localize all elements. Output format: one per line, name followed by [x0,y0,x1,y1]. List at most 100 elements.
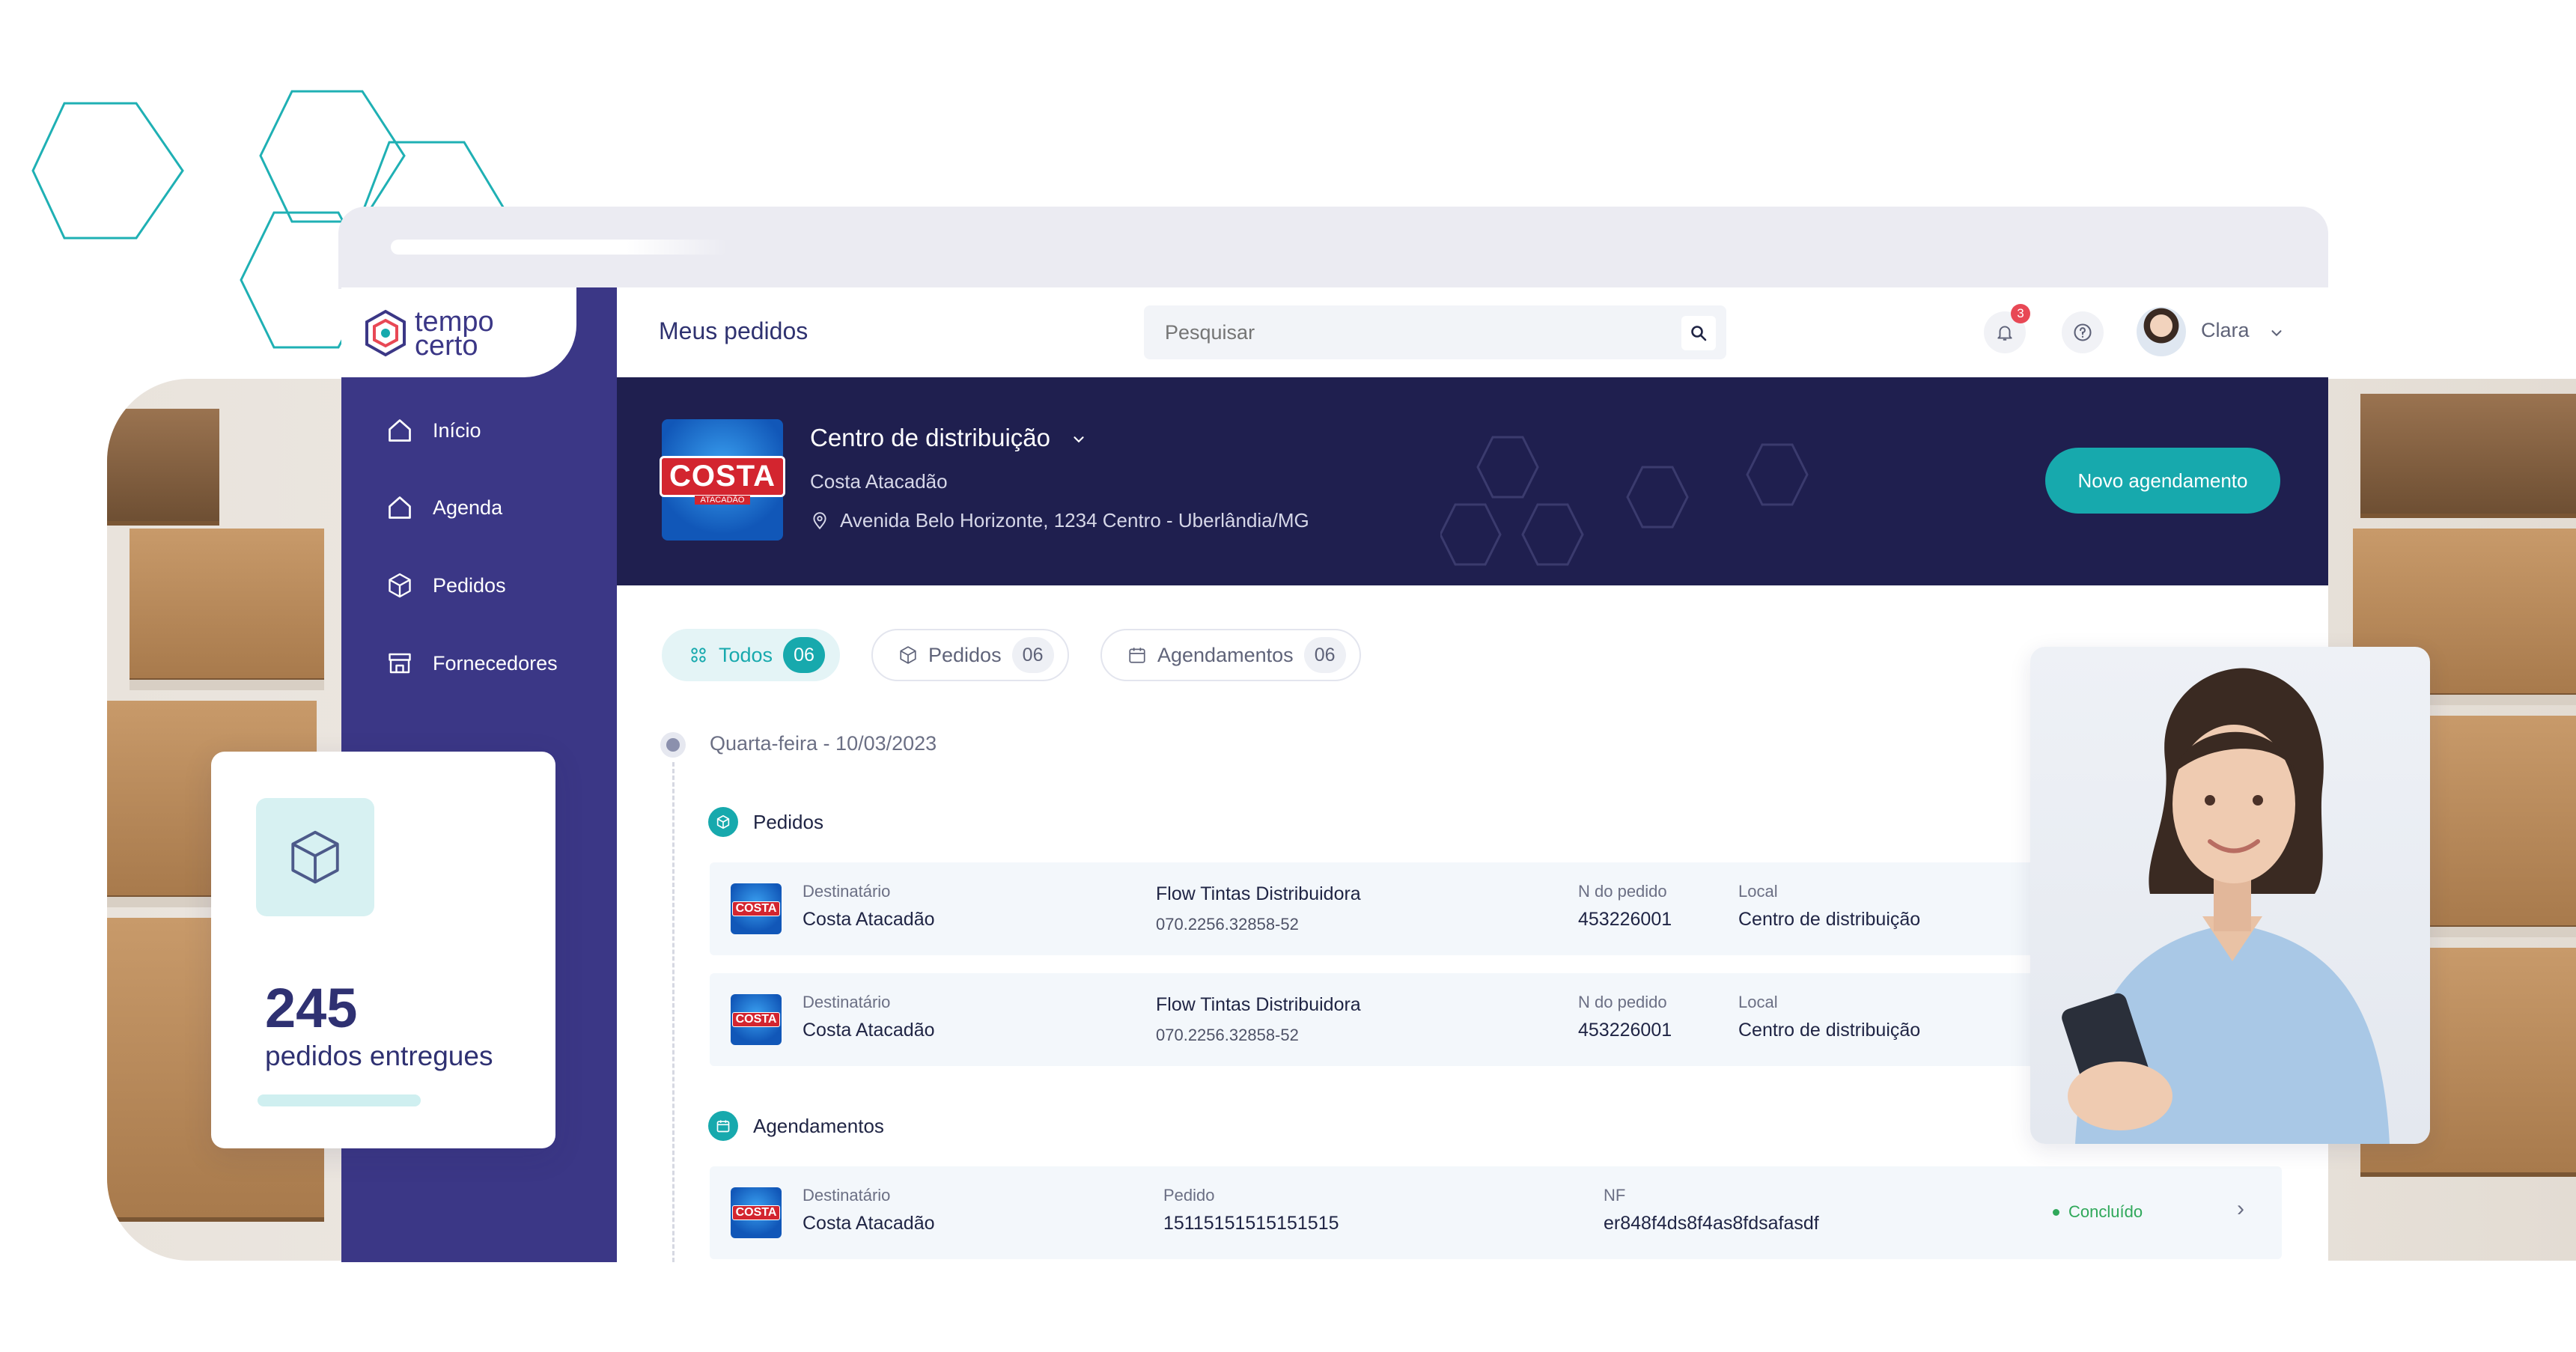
supplier-cnpj: 070.2256.32858-52 [1156,915,1299,934]
cell-value: Costa Atacadão [803,909,935,930]
logo-text: tempo certo [415,308,494,360]
section-title: Agendamentos [753,1114,884,1137]
search-button[interactable] [1681,316,1716,350]
section-agendamentos: Agendamentos [708,1111,884,1141]
timeline-date: Quarta-feira - 10/03/2023 [710,732,937,755]
section-title: Pedidos [753,810,823,833]
sidebar-item-fornecedores[interactable]: Fornecedores [386,641,558,686]
bell-icon [1997,326,2012,341]
sidebar-item-label: Pedidos [433,573,506,597]
notification-badge: 3 [2011,304,2030,323]
help-button[interactable] [2062,311,2104,353]
hero-address: Avenida Belo Horizonte, 1234 Centro - Ub… [810,509,1309,532]
cell-label: Local [1738,993,1778,1011]
top-header: Meus pedidos 3 Clara [617,287,2328,377]
filter-label: Pedidos [928,643,1002,666]
cell-value: 453226001 [1578,909,1672,930]
filter-count: 06 [1303,637,1346,673]
cell-value: 453226001 [1578,1020,1672,1041]
grid-icon [691,648,706,663]
sidebar-item-label: Agenda [433,496,503,519]
supplier-name: Flow Tintas Distribuidora [1156,883,1361,904]
page-title: Meus pedidos [659,317,809,344]
status-badge: Concluído [2053,1202,2143,1222]
filter-count: 06 [783,637,826,673]
chevron-down-icon [1074,436,1084,443]
user-name[interactable]: Clara [2201,319,2250,342]
filter-count: 06 [1011,637,1054,673]
help-icon [2074,323,2092,341]
filter-pedidos[interactable]: Pedidos 06 [871,629,1069,681]
cell-label: Destinatário [803,1186,891,1205]
search-input[interactable] [1163,320,1645,345]
calendar-icon [1129,648,1145,663]
store-logo-word: COSTA [731,1205,781,1220]
browser-toolbar [338,207,2328,289]
hero-address-text: Avenida Belo Horizonte, 1234 Centro - Ub… [840,509,1309,532]
box-icon [708,807,738,837]
store-logo-word: COSTA [731,901,781,916]
home-icon [389,496,411,519]
store-logo-small: COSTA [731,994,782,1045]
location-pin-icon [813,511,826,529]
cell-label: Destinatário [803,882,891,901]
stat-number: 245 [265,977,358,1039]
hexagon-pattern [1440,436,1809,566]
stat-bar [258,1094,421,1106]
cell-value: Centro de distribuição [1738,909,1921,930]
filter-todos[interactable]: Todos 06 [662,629,841,681]
store-logo-word: COSTA [659,455,786,497]
store-logo-word: COSTA [731,1012,781,1027]
supplier-name: Flow Tintas Distribuidora [1156,994,1361,1015]
store-icon [389,653,411,674]
stat-label: pedidos entregues [265,1041,493,1071]
logo-icon [365,309,406,357]
box-icon [256,798,374,916]
table-row[interactable]: COSTA Destinatário Costa Atacadão Pedido… [710,1166,2282,1259]
store-logo-small: COSTA [731,883,782,934]
chevron-right-icon[interactable]: › [2237,1196,2244,1222]
hero-subtitle: Costa Atacadão [810,470,948,493]
cell-label: Local [1738,882,1778,901]
cell-label: Destinatário [803,993,891,1011]
store-logo: COSTA ATACADÃO [659,419,786,541]
avatar[interactable] [2137,307,2186,356]
cell-label: N do pedido [1578,993,1667,1011]
logo-area: tempo certo [341,287,576,377]
cell-label: Pedido [1163,1186,1215,1205]
filter-agendamentos[interactable]: Agendamentos 06 [1100,629,1361,681]
store-hero-banner: COSTA ATACADÃO Centro de distribuição Co… [617,377,2328,585]
store-selector[interactable]: Centro de distribuição [810,424,1087,452]
sidebar-item-agenda[interactable]: Agenda [386,485,502,530]
chevron-down-icon[interactable] [2268,325,2285,341]
filter-label: Todos [719,643,773,666]
sidebar-item-label: Fornecedores [433,651,558,675]
timeline-dot [660,732,686,758]
home-icon [389,419,411,442]
cell-value: er848f4ds8f4as8fdsafasdf [1604,1213,1819,1234]
box-icon [900,646,916,664]
section-pedidos: Pedidos [708,807,823,837]
box-icon [389,573,411,598]
store-logo-small: COSTA [731,1187,782,1238]
delivered-stat-card: 245 pedidos entregues [211,752,555,1148]
cell-value: Costa Atacadão [803,1213,935,1234]
cell-label: N do pedido [1578,882,1667,901]
calendar-icon [708,1111,738,1141]
filter-label: Agendamentos [1157,643,1294,666]
person-photo [2030,647,2430,1144]
sidebar-item-inicio[interactable]: Início [386,408,481,453]
new-appointment-button[interactable]: Novo agendamento [2045,448,2280,514]
cell-label: NF [1604,1186,1626,1205]
woman-with-phone-illustration [2062,668,2390,1144]
timeline-line [672,762,675,1262]
sidebar-item-label: Início [433,418,481,442]
search-icon [1691,326,1707,341]
hero-title: Centro de distribuição [810,424,1051,451]
sidebar-item-pedidos[interactable]: Pedidos [386,563,506,608]
supplier-cnpj: 070.2256.32858-52 [1156,1026,1299,1044]
store-logo-sub: ATACADÃO [694,495,751,505]
address-bar[interactable] [391,240,728,255]
search-box [1144,305,1726,359]
cell-value: Centro de distribuição [1738,1020,1921,1041]
